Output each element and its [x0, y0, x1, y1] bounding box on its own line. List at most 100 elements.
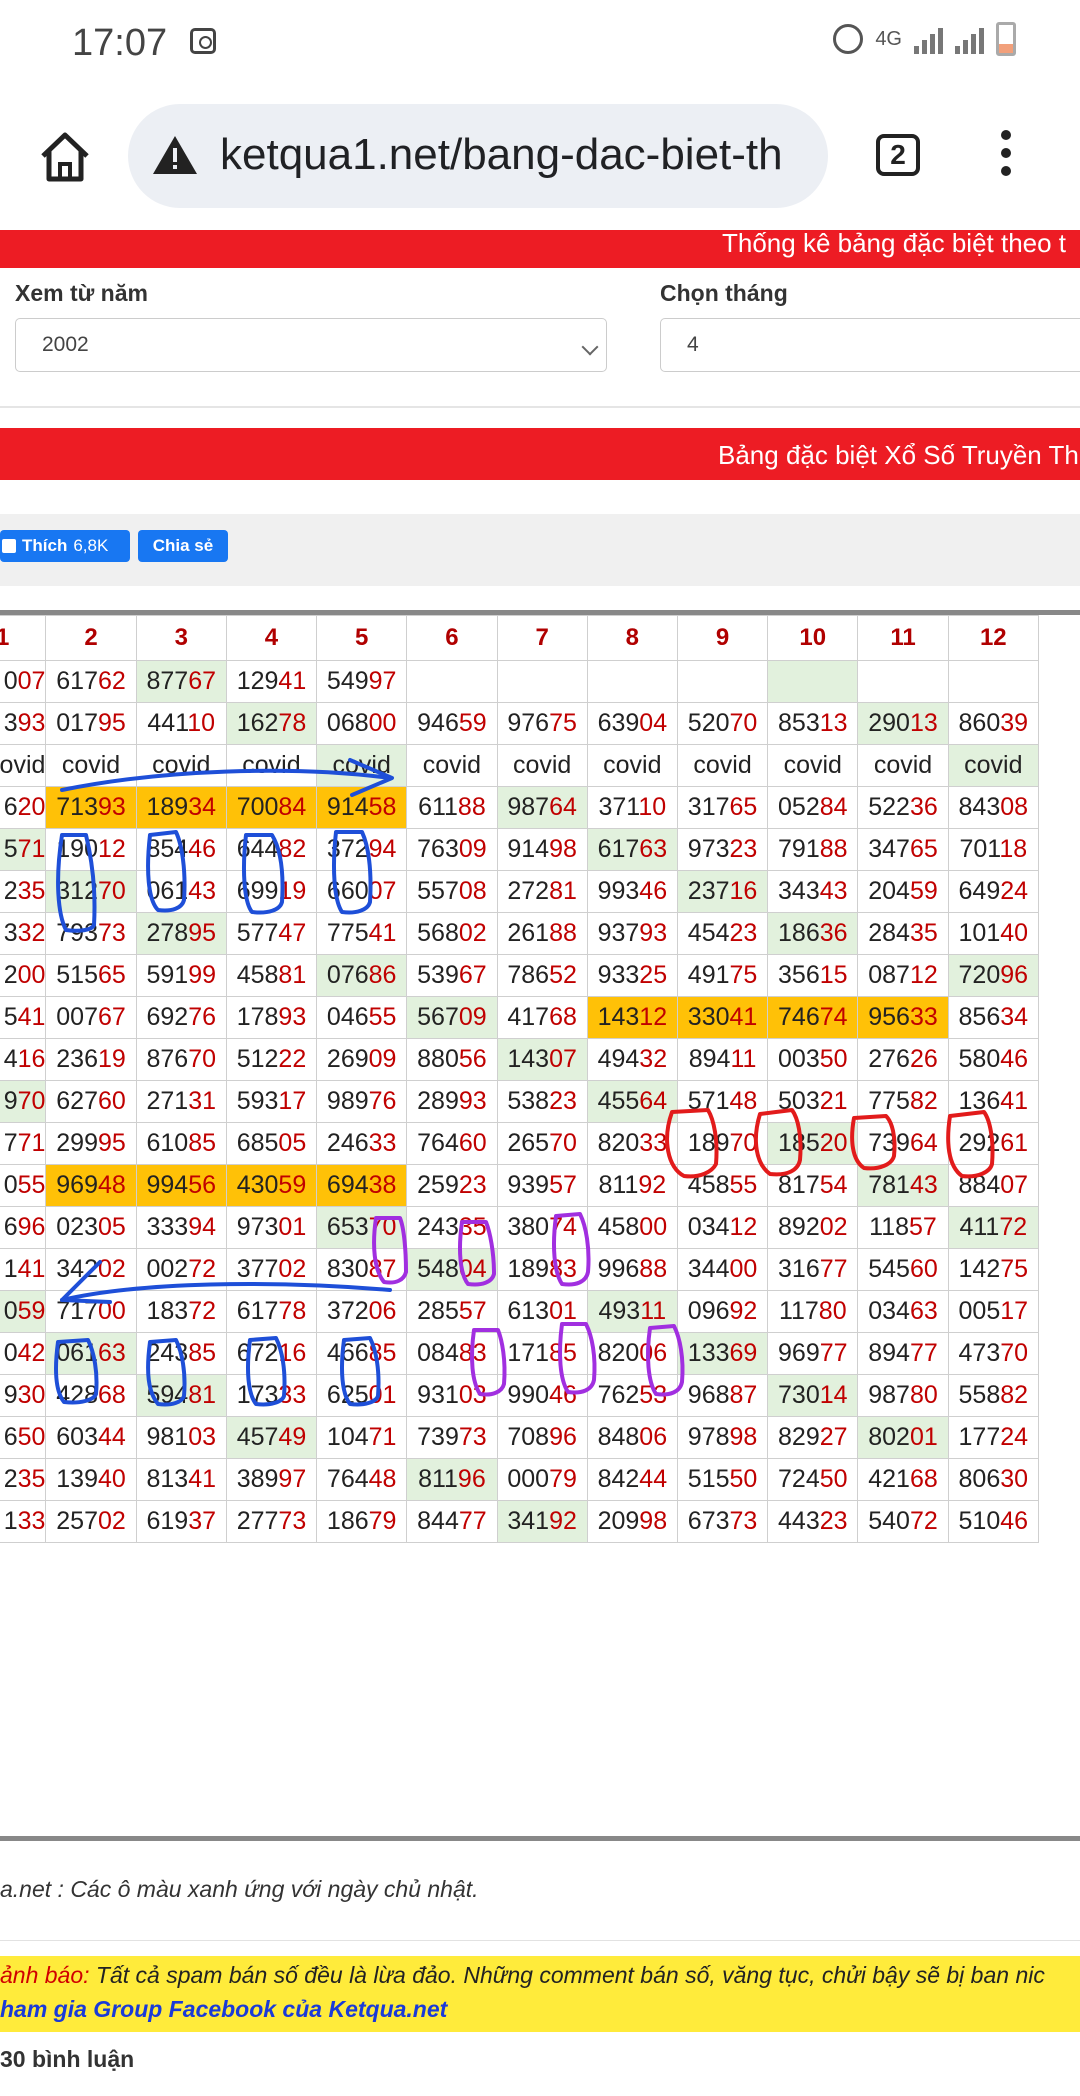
warning-icon[interactable] — [152, 134, 198, 176]
year-select[interactable]: 2002 — [15, 318, 607, 372]
result-cell: 393 — [0, 702, 47, 745]
result-cell: 16278 — [225, 702, 318, 745]
result-cell: 49175 — [676, 954, 769, 997]
stats-banner: Thống kê bảng đặc biệt theo t — [0, 230, 1080, 268]
result-cell: 03463 — [857, 1290, 949, 1333]
facebook-share-button[interactable]: Chia sẻ — [138, 530, 228, 562]
column-header: 12 — [947, 615, 1040, 661]
home-icon[interactable] — [38, 130, 92, 184]
result-cell: 11780 — [767, 1290, 859, 1333]
result-cell: 61778 — [225, 1290, 318, 1333]
result-cell: 53967 — [406, 954, 498, 997]
result-cell: 00079 — [496, 1458, 588, 1501]
browser-toolbar: ketqua1.net/bang-dac-biet-th 2 — [0, 88, 1080, 228]
result-cell — [947, 660, 1040, 703]
result-cell: 42868 — [45, 1374, 137, 1417]
result-cell: 235 — [0, 870, 47, 913]
result-cell: 72450 — [767, 1458, 859, 1501]
result-cell: 08483 — [406, 1332, 498, 1375]
result-cell: 77541 — [316, 912, 408, 955]
result-cell: 61085 — [135, 1122, 227, 1165]
result-cell: 63904 — [586, 702, 678, 745]
result-cell: 45855 — [676, 1164, 769, 1207]
table-row: 970 62760 27131 59317 98976 28993 53823 45564 57… — [0, 1080, 1040, 1123]
result-cell: 99456 — [135, 1164, 227, 1207]
result-cell: 96887 — [676, 1374, 769, 1417]
result-cell: 89202 — [767, 1206, 859, 1249]
result-cell: 81196 — [406, 1458, 498, 1501]
column-header: 4 — [225, 615, 318, 661]
result-cell: 52070 — [676, 702, 769, 745]
result-cell: 696 — [0, 1206, 47, 1249]
result-cell: 34192 — [496, 1500, 588, 1543]
network-type: 4G — [875, 28, 902, 50]
result-cell: 45564 — [586, 1080, 678, 1123]
result-cell: 059 — [0, 1290, 47, 1333]
result-cell: 51565 — [45, 954, 137, 997]
thumbs-up-icon — [2, 539, 16, 553]
comment-count: 30 bình luận — [0, 2046, 135, 2072]
alarm-icon — [833, 24, 864, 54]
result-cell: 85313 — [767, 702, 859, 745]
result-cell: 23619 — [45, 1038, 137, 1081]
result-cell: 94659 — [406, 702, 498, 745]
result-cell: 055 — [0, 1164, 47, 1207]
tab-switcher-button[interactable]: 2 — [876, 134, 920, 176]
month-select[interactable]: 4 — [660, 318, 1080, 372]
result-cell: 80630 — [947, 1458, 1040, 1501]
result-cell: 332 — [0, 912, 47, 955]
column-header: 6 — [406, 615, 498, 661]
column-header: 5 — [316, 615, 408, 661]
result-cell: 98764 — [496, 786, 588, 829]
result-cell: 29995 — [45, 1122, 137, 1165]
table-banner-text: Bảng đặc biệt Xổ Số Truyền Th — [718, 440, 1079, 470]
result-cell: 81192 — [586, 1164, 678, 1207]
result-cell: 34343 — [767, 870, 859, 913]
result-cell: 12941 — [225, 660, 318, 703]
chevron-down-icon — [581, 338, 599, 356]
column-header: 2 — [45, 615, 137, 661]
result-cell: 14307 — [496, 1038, 588, 1081]
table-row: 042 06163 24385 67216 46685 08483 17185 82006 13… — [0, 1332, 1040, 1375]
result-cell: 70084 — [225, 786, 318, 829]
facebook-group-link[interactable]: ham gia Group Facebook của Ketqua.net — [0, 1996, 447, 2023]
result-cell: 38074 — [496, 1206, 588, 1249]
result-cell: 54072 — [857, 1500, 949, 1543]
result-cell: 18636 — [767, 912, 859, 955]
like-count: 6,8K — [73, 536, 109, 555]
result-cell: covid — [406, 744, 498, 787]
result-cell: 89411 — [676, 1038, 769, 1081]
result-cell: 34400 — [676, 1248, 769, 1291]
result-cell: 59317 — [225, 1080, 318, 1123]
result-cell: 33041 — [676, 996, 769, 1039]
result-cell: 69919 — [225, 870, 318, 913]
result-cell — [767, 660, 859, 703]
result-cell: 41768 — [496, 996, 588, 1039]
result-cell: 81341 — [135, 1458, 227, 1501]
facebook-like-button[interactable]: Thích 6,8K — [0, 530, 130, 562]
result-cell: 85446 — [135, 828, 227, 871]
result-cell: 96948 — [45, 1164, 137, 1207]
address-bar[interactable]: ketqua1.net/bang-dac-biet-th — [128, 104, 828, 208]
result-cell: 79373 — [45, 912, 137, 955]
table-row: 055 96948 99456 43059 69438 25923 93957 81192 45… — [0, 1164, 1040, 1207]
column-header: 3 — [135, 615, 227, 661]
result-cell: 76460 — [406, 1122, 498, 1165]
result-cell: 27773 — [225, 1500, 318, 1543]
result-cell: 61937 — [135, 1500, 227, 1543]
year-select-value: 2002 — [42, 333, 89, 356]
result-cell: 28435 — [857, 912, 949, 955]
result-cell: covid — [947, 744, 1040, 787]
more-menu-icon[interactable] — [994, 130, 1018, 186]
table-row: 059 71700 18372 61778 37206 28557 61301 49311 09… — [0, 1290, 1040, 1333]
table-row: 620 71393 18934 70084 91458 61188 98764 37110 31… — [0, 786, 1040, 829]
result-cell: 54997 — [316, 660, 408, 703]
result-cell: 69438 — [316, 1164, 408, 1207]
result-cell: 10140 — [947, 912, 1040, 955]
result-cell: 00517 — [947, 1290, 1040, 1333]
result-cell: 93793 — [586, 912, 678, 955]
table-row: 200 51565 59199 45881 07686 53967 78652 93325 49… — [0, 954, 1040, 997]
result-cell: 97898 — [676, 1416, 769, 1459]
result-cell: 86039 — [947, 702, 1040, 745]
result-cell: 54560 — [857, 1248, 949, 1291]
